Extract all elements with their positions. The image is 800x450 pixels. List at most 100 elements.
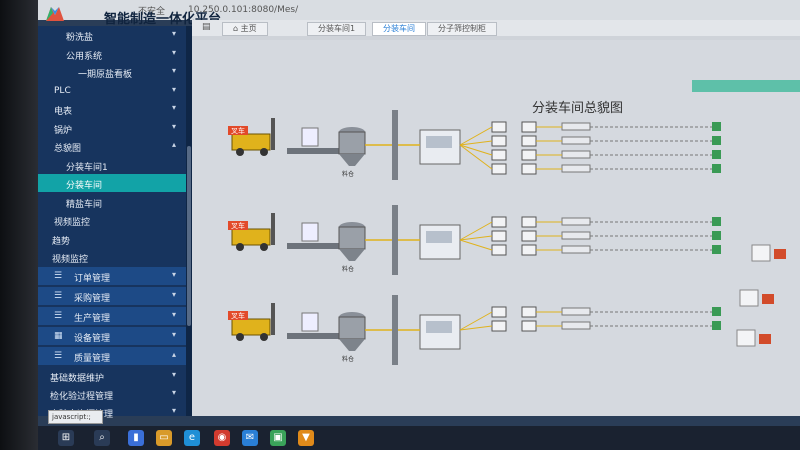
wheel-icon xyxy=(236,148,244,156)
sidebar-item[interactable]: 一期原盐看板 ▾ xyxy=(38,63,186,81)
sidebar-menu-label: 采购管理 xyxy=(74,293,111,304)
tab-home[interactable]: ⌂ 主页 xyxy=(222,22,268,36)
chevron-icon: ▾ xyxy=(171,269,176,279)
app-icon[interactable]: ▼ xyxy=(298,430,314,446)
menu-icon: ☰ xyxy=(54,290,63,301)
flow-line xyxy=(459,325,493,331)
sidebar-item[interactable]: 视频监控 xyxy=(38,211,186,229)
wheel-icon xyxy=(260,148,268,156)
scale-icon xyxy=(521,230,537,242)
wheel-icon xyxy=(236,333,244,341)
sidebar-item[interactable]: 电表 ▾ xyxy=(38,100,186,118)
chevron-icon: ▾ xyxy=(171,387,176,397)
robot-icon xyxy=(712,231,721,240)
robot-icon xyxy=(712,164,721,173)
sidebar-sub-item[interactable]: 检化验过程管理 ▾ xyxy=(38,385,186,403)
robot-icon xyxy=(712,307,721,316)
sidebar-item-label: 基础数据维护 xyxy=(50,373,105,384)
scrollbar-thumb[interactable] xyxy=(187,146,191,326)
sidebar-item[interactable]: 分装车间1 xyxy=(38,156,186,174)
sidebar-menu-label: 质量管理 xyxy=(74,353,111,364)
chrome-icon[interactable]: ◉ xyxy=(214,430,230,446)
sidebar-item-label: 精盐车间 xyxy=(66,199,103,210)
sidebar-menu[interactable]: ☰ 采购管理 ▾ xyxy=(38,286,186,305)
conveyor xyxy=(287,148,342,154)
sidebar-menu[interactable]: ☰ 质量管理 ▴ xyxy=(38,346,186,365)
sidebar-menu-label: 设备管理 xyxy=(74,333,111,344)
chevron-icon: ▴ xyxy=(171,140,176,149)
forklift-icon xyxy=(231,133,271,151)
sealer-icon xyxy=(561,321,591,330)
sidebar-sub-item[interactable]: 基础数据维护 ▾ xyxy=(38,367,186,385)
sidebar-item-label: 视频监控 xyxy=(54,218,91,228)
sealer-icon xyxy=(561,231,591,240)
process-diagram: 分装车间总貌图 叉车 料仓 叉车 料仓 叉车 料仓 xyxy=(192,40,800,416)
monitor-bezel xyxy=(0,0,38,450)
sealer-icon xyxy=(561,245,591,254)
app-icon[interactable]: ✉ xyxy=(242,430,258,446)
tab-fenzhuang[interactable]: 分装车间 xyxy=(372,22,426,36)
search-icon[interactable]: ⌕ xyxy=(94,430,110,446)
status-url-tooltip: javascript:; xyxy=(48,410,103,424)
pallet-stack-icon xyxy=(739,289,759,307)
sidebar-item-label: 总貌图 xyxy=(54,144,82,154)
chevron-icon: ▾ xyxy=(171,47,176,57)
app-icon[interactable]: ▮ xyxy=(128,430,144,446)
sidebar-item-label: 一期原盐看板 xyxy=(78,70,133,80)
sealer-icon xyxy=(561,136,591,145)
sidebar-item[interactable]: 分装车间 xyxy=(38,174,186,192)
pallet-stack-icon xyxy=(736,329,756,347)
scale-icon xyxy=(521,163,537,175)
elevator xyxy=(392,110,398,180)
hopper-label: 料仓 xyxy=(342,265,354,273)
packer-panel xyxy=(426,231,452,243)
tab-home-label: 主页 xyxy=(240,24,257,33)
edge-icon[interactable]: e xyxy=(184,430,200,446)
start-icon[interactable]: ⊞ xyxy=(58,430,74,446)
menu-icon: ▦ xyxy=(54,330,63,341)
sidebar-item[interactable]: 公用系统 ▾ xyxy=(38,45,186,63)
robot-icon xyxy=(712,150,721,159)
bag-icon xyxy=(301,127,319,147)
notice-banner xyxy=(692,80,800,92)
sidebar-menu-label: 订单管理 xyxy=(74,273,111,284)
sidebar-item-label: 公用系统 xyxy=(66,51,103,62)
diagram-title: 分装车间总貌图 xyxy=(532,100,623,116)
sidebar-item[interactable]: 粉洗盐 ▾ xyxy=(38,26,186,44)
main-content: ▤ ⌂ 主页 分装车间1 分装车间 分子筛控制柜 分装车间总貌图 叉车 料仓 叉车料… xyxy=(192,20,800,416)
bag-icon xyxy=(301,222,319,242)
sidebar-item[interactable]: 锅炉 ▾ xyxy=(38,119,186,137)
chevron-icon: ▾ xyxy=(171,369,176,379)
tab-label: 分子筛控制柜 xyxy=(438,24,486,33)
sidebar-item[interactable]: 趋势 xyxy=(38,230,186,248)
chevron-icon: ▾ xyxy=(171,29,176,38)
scale-icon xyxy=(521,306,537,318)
forklift-mast xyxy=(271,303,275,335)
sidebar-item-label: 分装车间 xyxy=(66,181,103,191)
diagram-canvas: 分装车间总貌图 叉车料仓叉车料仓叉车料仓 xyxy=(228,100,786,365)
sidebar-menu[interactable]: ☰ 生产管理 ▾ xyxy=(38,306,186,325)
scale-icon xyxy=(521,320,537,332)
tab-label: 分装车间1 xyxy=(318,24,356,33)
sidebar-item[interactable]: PLC ▾ xyxy=(38,82,186,100)
file-explorer-icon[interactable]: ▭ xyxy=(156,430,172,446)
sidebar: 粉洗盐 ▾ 公用系统 ▾ 一期原盐看板 ▾ PLC ▾ 电表 ▾ 锅炉 ▾ 总貌图 ▴ 分装车间1 分装车间精… xyxy=(38,26,186,420)
robot-icon xyxy=(712,136,721,145)
scale-icon xyxy=(521,216,537,228)
app-icon[interactable]: ▣ xyxy=(270,430,286,446)
sidebar-item[interactable]: 精盐车间 xyxy=(38,193,186,211)
tab-fenzhuang-1[interactable]: 分装车间1 xyxy=(307,22,367,36)
chevron-icon: ▾ xyxy=(171,66,176,75)
forklift-label: 叉车 xyxy=(231,221,245,230)
scale-icon xyxy=(491,163,507,175)
hopper-cone xyxy=(339,249,365,261)
chevron-icon: ▾ xyxy=(171,121,176,131)
sidebar-item[interactable]: 视频监控 xyxy=(38,248,186,266)
forklift-icon xyxy=(231,228,271,246)
tab-label: 分装车间 xyxy=(383,24,415,33)
sidebar-menu[interactable]: ▦ 设备管理 ▾ xyxy=(38,326,186,345)
sidebar-item[interactable]: 总貌图 ▴ xyxy=(38,137,186,155)
tab-molecular-sieve[interactable]: 分子筛控制柜 xyxy=(427,22,497,36)
sealer-icon xyxy=(561,217,591,226)
sidebar-menu[interactable]: ☰ 订单管理 ▾ xyxy=(38,266,186,285)
